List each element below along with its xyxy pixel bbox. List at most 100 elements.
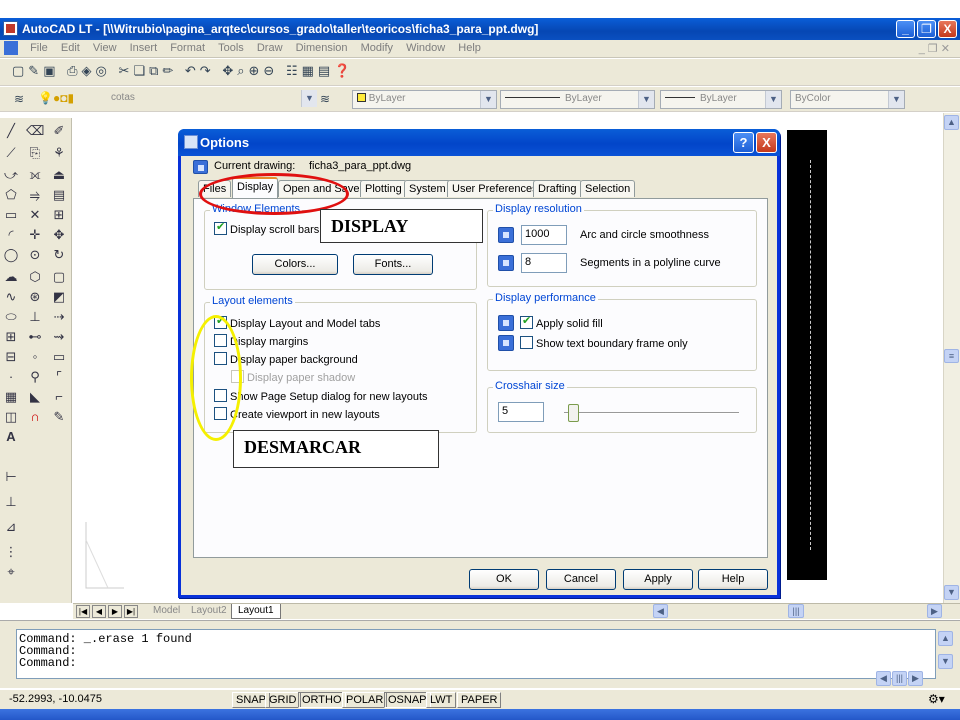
mirror-icon[interactable]: ⟗ <box>26 166 44 184</box>
scroll-left-arrow[interactable]: ◀ <box>653 604 668 618</box>
tab-display[interactable]: Display <box>232 177 279 198</box>
tab-system[interactable]: System <box>404 180 451 197</box>
create-viewport-checkbox[interactable]: Create viewport in new layouts <box>214 407 380 421</box>
last-tab-button[interactable]: ▶| <box>124 605 138 618</box>
osnap-toggle[interactable]: OSNAP <box>384 692 431 708</box>
help-button[interactable]: Help <box>698 569 768 590</box>
vertical-scrollbar[interactable]: ▲ ≡ ▼ <box>943 113 960 603</box>
arc-smoothness-input[interactable]: 1000 <box>521 225 567 245</box>
cmd-scroll-down[interactable]: ▼ <box>938 654 953 669</box>
erase-icon[interactable]: ⌫ <box>26 122 44 140</box>
rectangle-icon[interactable]: ▭ <box>2 206 20 224</box>
pan-icon[interactable]: ✥ <box>222 63 237 78</box>
dim-ordinate-icon[interactable]: ⋮ <box>2 543 20 561</box>
first-tab-button[interactable]: |◀ <box>76 605 90 618</box>
checkbox-box[interactable] <box>214 352 227 365</box>
table-icon[interactable]: ▤ <box>50 186 68 204</box>
tab-model[interactable]: Model <box>147 604 186 619</box>
tab-user-preferences[interactable]: User Preferences <box>447 180 543 197</box>
menu-view[interactable]: View <box>88 40 122 54</box>
scroll-right-arrow[interactable]: ▶ <box>927 604 942 618</box>
tab-files[interactable]: Files <box>198 180 232 197</box>
minimize-button[interactable]: _ <box>896 20 915 38</box>
doc-window-controls[interactable]: _ ❐ ✕ <box>919 42 950 55</box>
make-current-icon[interactable]: ≋ <box>320 92 330 106</box>
properties-match-icon[interactable]: ⚘ <box>50 144 68 162</box>
measure-icon[interactable]: ⇝ <box>50 328 68 346</box>
grid-toggle[interactable]: GRID <box>265 692 301 708</box>
line-icon[interactable]: ╱ <box>2 122 20 140</box>
plotstyle-combo[interactable]: ByColor ▼ <box>790 90 905 109</box>
color-combo[interactable]: ByLayer ▼ <box>352 90 497 109</box>
crosshair-slider-thumb[interactable] <box>568 404 579 422</box>
zoom-previous-icon[interactable]: ⊖ <box>263 63 278 78</box>
menu-modify[interactable]: Modify <box>356 40 398 54</box>
edit-polyline-icon[interactable]: ⌐ <box>50 388 68 406</box>
scale-icon[interactable]: ⬡ <box>26 268 44 286</box>
menu-help[interactable]: Help <box>453 40 486 54</box>
cut-icon[interactable]: ✂ <box>119 63 134 78</box>
dim-linear-icon[interactable]: ⊢ <box>2 468 20 486</box>
polygon-icon[interactable]: ⬠ <box>2 186 20 204</box>
ortho-toggle[interactable]: ORTHO <box>298 692 346 708</box>
cmd-scroll-up[interactable]: ▲ <box>938 631 953 646</box>
show-text-boundary-checkbox[interactable]: Show text boundary frame only <box>520 336 688 350</box>
comm-center-icon[interactable]: ⚙▾ <box>928 692 945 706</box>
tab-drafting[interactable]: Drafting <box>533 180 582 197</box>
paste-icon[interactable]: ⧉ <box>149 63 162 78</box>
ellipse-icon[interactable]: ⬭ <box>2 308 20 326</box>
redo-icon[interactable]: ↷ <box>200 63 215 78</box>
crosshair-size-input[interactable]: 5 <box>498 402 544 422</box>
menu-tools[interactable]: Tools <box>213 40 249 54</box>
move-icon[interactable]: ✛ <box>26 226 44 244</box>
menu-insert[interactable]: Insert <box>125 40 163 54</box>
wipeout-icon[interactable]: ▢ <box>50 268 68 286</box>
new-icon[interactable]: ▢ <box>12 63 28 78</box>
make-block-icon[interactable]: ⊟ <box>2 348 20 366</box>
menu-edit[interactable]: Edit <box>56 40 85 54</box>
scroll-down-arrow[interactable]: ▼ <box>944 585 959 600</box>
help-icon[interactable]: ❓ <box>334 63 354 78</box>
polyline-segments-input[interactable]: 8 <box>521 253 567 273</box>
menu-file[interactable]: File <box>25 40 53 54</box>
preview-icon[interactable]: ◈ <box>82 63 96 78</box>
cmd-scroll-thumb[interactable]: ||| <box>892 671 907 686</box>
lineweight-combo[interactable]: ByLayer ▼ <box>660 90 782 109</box>
chevron-down-icon[interactable]: ▼ <box>765 91 781 108</box>
cancel-button[interactable]: Cancel <box>546 569 616 590</box>
menu-window[interactable]: Window <box>401 40 450 54</box>
dim-style-icon[interactable]: ⌖ <box>2 563 20 581</box>
checkbox-box[interactable] <box>214 334 227 347</box>
copy-object-icon[interactable]: ⎘ <box>26 144 44 162</box>
chevron-down-icon[interactable]: ▼ <box>301 90 317 107</box>
scroll-bars-checkbox[interactable]: Display scroll bars in <box>214 220 331 236</box>
layer-combo[interactable]: cotas ▼ <box>107 90 317 109</box>
next-tab-button[interactable]: ▶ <box>108 605 122 618</box>
save-icon[interactable]: ▣ <box>43 63 59 78</box>
linetype-combo[interactable]: ByLayer ▼ <box>500 90 655 109</box>
ok-button[interactable]: OK <box>469 569 539 590</box>
tab-layout2[interactable]: Layout2 <box>185 604 233 619</box>
display-paper-background-checkbox[interactable]: Display paper background <box>214 352 358 366</box>
polyline-icon[interactable]: ⤻ <box>2 166 20 184</box>
tab-open-and-save[interactable]: Open and Save <box>278 180 365 197</box>
break-icon[interactable]: ◦ <box>26 348 44 366</box>
point-icon[interactable]: · <box>2 368 20 386</box>
coordinates-readout[interactable]: -52.2993, -10.0475 <box>6 692 105 708</box>
open-icon[interactable]: ✎ <box>28 63 43 78</box>
extend-icon[interactable]: ⊷ <box>26 328 44 346</box>
colors-button[interactable]: Colors... <box>252 254 338 275</box>
revision-cloud-icon[interactable]: ☁ <box>2 268 20 286</box>
checkbox-box[interactable] <box>520 336 533 349</box>
publish-icon[interactable]: ◎ <box>96 63 111 78</box>
align-icon[interactable]: ⌜ <box>50 368 68 386</box>
undo-icon[interactable]: ↶ <box>185 63 200 78</box>
shape-icon[interactable]: ⏏ <box>50 166 68 184</box>
apply-button[interactable]: Apply <box>623 569 693 590</box>
refresh-icon[interactable]: ↻ <box>50 246 68 264</box>
checkbox-box[interactable] <box>214 220 227 235</box>
display-margins-checkbox[interactable]: Display margins <box>214 334 308 348</box>
crosshair-slider-track[interactable] <box>564 412 739 414</box>
pan-tool-icon[interactable]: ✥ <box>50 226 68 244</box>
fillet-icon[interactable]: ∩ <box>26 408 44 426</box>
